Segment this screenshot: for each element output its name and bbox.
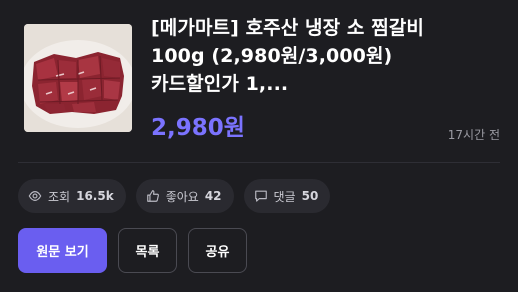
view-original-button[interactable]: 원문 보기 [18,228,107,273]
stats-row: 조회 16.5k 좋아요 42 댓글 50 [18,179,331,213]
comment-icon [254,190,267,202]
list-button[interactable]: 목록 [118,228,177,273]
likes-label: 좋아요 [165,189,199,204]
posted-time: 17시간 전 [447,128,500,142]
beef-ribs-image [24,24,132,132]
action-buttons: 원문 보기 목록 공유 [18,228,247,273]
comments-count: 50 [301,189,319,203]
views-stat: 조회 16.5k [18,179,126,213]
product-image[interactable] [24,24,132,132]
price: 2,980원 [151,115,245,141]
deal-card: [메가마트] 호주산 냉장 소 찜갈비 100g (2,980원/3,000원)… [0,0,518,292]
comments-label: 댓글 [273,189,296,204]
title-line-1: [메가마트] 호주산 냉장 소 찜갈비 [151,17,424,39]
views-label: 조회 [48,189,71,204]
comments-stat[interactable]: 댓글 50 [243,179,331,213]
views-count: 16.5k [76,189,114,203]
divider [18,162,500,163]
likes-stat[interactable]: 좋아요 42 [135,179,234,213]
share-button[interactable]: 공유 [188,228,247,273]
title-line-3: 카드할인가 1,... [151,73,289,95]
thumbs-up-icon [146,190,159,202]
likes-count: 42 [204,189,222,203]
title-line-2: 100g (2,980원/3,000원) [151,45,393,67]
eye-icon [28,191,42,201]
product-title[interactable]: [메가마트] 호주산 냉장 소 찜갈비 100g (2,980원/3,000원)… [151,14,491,98]
